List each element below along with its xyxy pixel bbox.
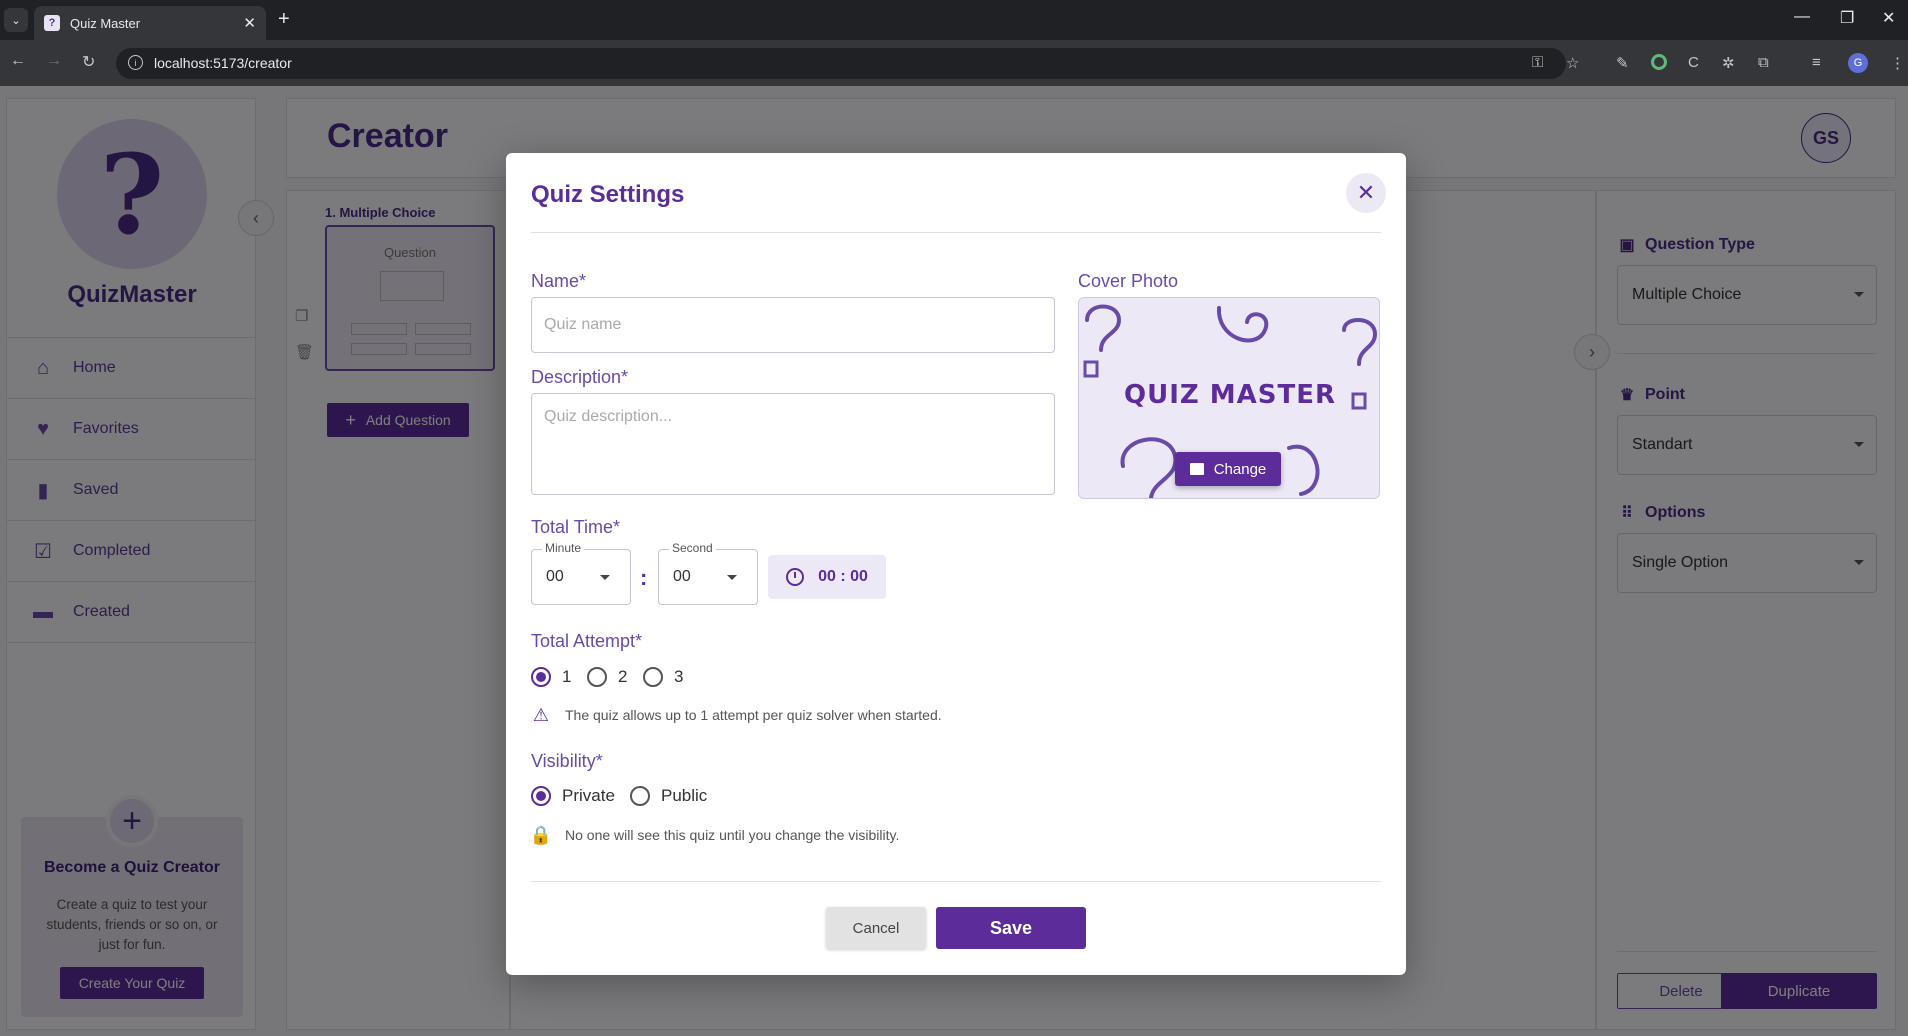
favicon-icon: ?	[44, 15, 60, 31]
cancel-button[interactable]: Cancel	[826, 907, 926, 949]
change-cover-button[interactable]: Change	[1175, 452, 1281, 486]
chevron-down-icon	[600, 575, 610, 580]
attempt-radio-1[interactable]	[531, 667, 551, 687]
alarm-clock-icon	[786, 568, 805, 586]
quiz-name-input[interactable]	[531, 297, 1055, 353]
extension-gear-icon[interactable]: ✲	[1722, 54, 1735, 72]
tab-close-icon[interactable]: ✕	[243, 14, 256, 32]
bookmark-star-icon[interactable]: ☆	[1566, 54, 1579, 72]
cover-logo-text: QUIZ MASTER	[1123, 380, 1337, 410]
minute-select[interactable]: Minute 00	[531, 541, 631, 605]
close-icon[interactable]: ✕	[1346, 173, 1386, 213]
divider	[531, 881, 1381, 882]
extension-c-icon[interactable]: C	[1688, 54, 1699, 71]
restore-icon[interactable]: ❐	[1840, 8, 1854, 28]
divider	[531, 232, 1381, 233]
chevron-down-icon	[727, 575, 737, 580]
browser-tab-bar: ⌄ ? Quiz Master ✕ + — ❐ ✕	[0, 0, 1908, 40]
minute-label: Minute	[542, 541, 585, 555]
quiz-settings-modal: Quiz Settings ✕ Name* Description* Cover…	[506, 153, 1406, 975]
media-control-icon[interactable]: ≡	[1812, 54, 1821, 71]
visibility-hint: 🔒 No one will see this quiz until you ch…	[529, 824, 900, 845]
lock-icon: 🔒	[529, 824, 553, 845]
visibility-radio-private[interactable]	[531, 786, 551, 806]
eyedropper-icon[interactable]: ✎	[1616, 54, 1629, 72]
visibility-label: Visibility*	[531, 751, 603, 771]
change-cover-label: Change	[1213, 460, 1267, 478]
total-time-label: Total Time*	[531, 517, 621, 537]
window-close-icon[interactable]: ✕	[1882, 8, 1895, 28]
reload-icon[interactable]: ↻	[82, 52, 95, 72]
total-attempt-label: Total Attempt*	[531, 631, 643, 651]
minimize-icon[interactable]: —	[1794, 8, 1810, 26]
forward-icon[interactable]: →	[46, 52, 62, 70]
password-key-icon[interactable]: ⚿	[1532, 54, 1543, 71]
second-label: Second	[669, 541, 716, 555]
warning-icon: ⚠	[532, 704, 550, 725]
browser-menu-icon[interactable]: ⋮	[1890, 54, 1905, 72]
new-tab-icon[interactable]: +	[278, 9, 290, 29]
attempt-option-label: 1	[562, 667, 572, 686]
extension-green-icon[interactable]	[1651, 54, 1667, 70]
visibility-radio-public[interactable]	[630, 786, 650, 806]
attempt-option-label: 3	[674, 667, 684, 686]
browser-tab[interactable]: ? Quiz Master ✕	[34, 6, 266, 40]
timer-value: 00 : 00	[818, 568, 868, 585]
cover-photo: QUIZ MASTER Change	[1078, 297, 1380, 499]
extensions-puzzle-icon[interactable]: ⧉	[1758, 54, 1769, 71]
attempt-hint-text: The quiz allows up to 1 attempt per quiz…	[565, 707, 942, 723]
tab-title: Quiz Master	[70, 15, 141, 31]
save-button[interactable]: Save	[936, 907, 1086, 949]
second-select[interactable]: Second 00	[658, 541, 758, 605]
url-text: localhost:5173/creator	[154, 55, 292, 71]
attempt-radio-3[interactable]	[643, 667, 663, 687]
back-icon[interactable]: ←	[10, 52, 26, 70]
timer-display: 00 : 00	[768, 555, 886, 599]
attempt-hint: ⚠ The quiz allows up to 1 attempt per qu…	[531, 705, 942, 725]
tab-search-icon[interactable]: ⌄	[4, 8, 28, 32]
site-info-icon[interactable]: i	[128, 55, 143, 70]
visibility-option-label: Public	[661, 786, 708, 805]
name-label: Name*	[531, 271, 587, 291]
description-label: Description*	[531, 367, 629, 387]
visibility-hint-text: No one will see this quiz until you chan…	[565, 827, 900, 843]
time-separator: :	[640, 565, 648, 590]
attempt-option-label: 2	[618, 667, 628, 686]
browser-profile-avatar[interactable]: G	[1848, 53, 1868, 73]
image-icon	[1189, 463, 1204, 475]
cover-photo-label: Cover Photo	[1078, 271, 1179, 291]
second-value: 00	[673, 568, 691, 585]
visibility-option-label: Private	[562, 786, 615, 805]
address-bar[interactable]: i localhost:5173/creator	[116, 48, 1566, 79]
attempt-radio-2[interactable]	[587, 667, 607, 687]
quiz-description-input[interactable]	[531, 393, 1055, 495]
modal-title: Quiz Settings	[531, 181, 685, 208]
minute-value: 00	[546, 568, 564, 585]
